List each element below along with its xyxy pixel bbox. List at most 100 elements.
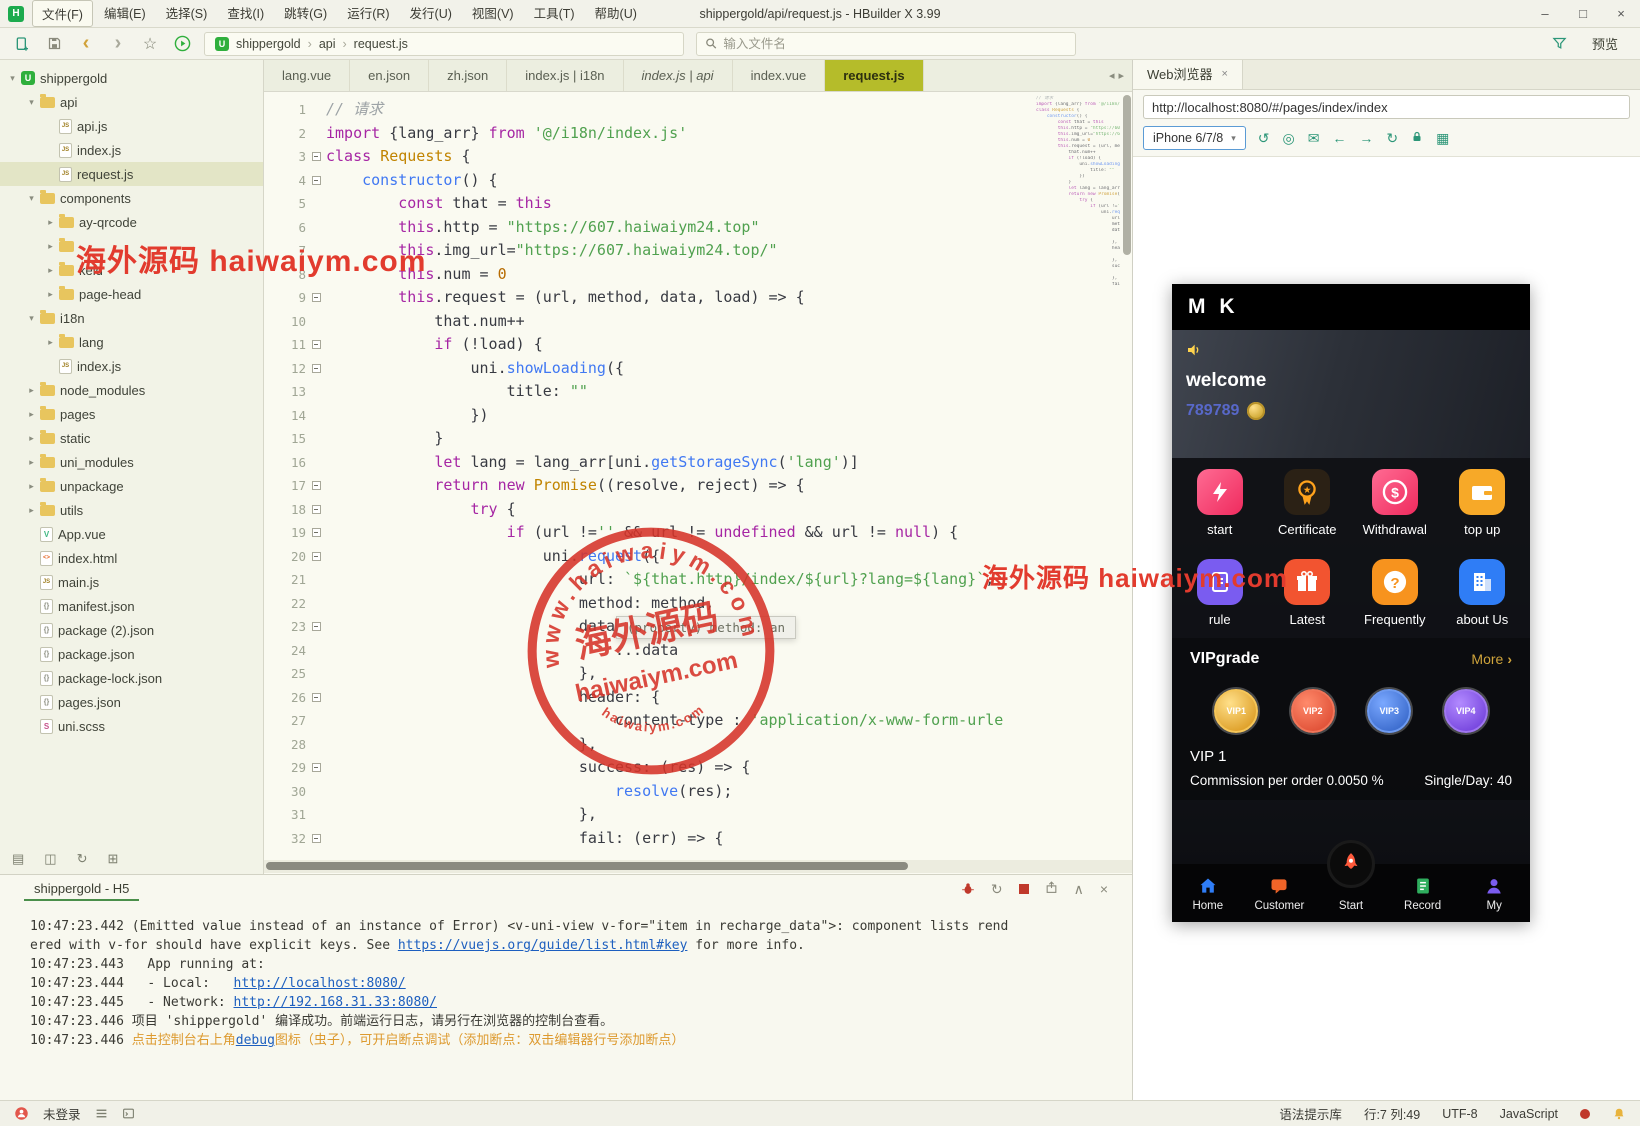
login-status[interactable]: 未登录	[43, 1104, 81, 1123]
line-number[interactable]: 16	[264, 451, 306, 475]
console-link[interactable]: debug	[236, 1033, 275, 1048]
line-number[interactable]: 29	[264, 756, 306, 780]
line-number[interactable]: 26	[264, 686, 306, 710]
editor-tab[interactable]: request.js	[825, 60, 924, 91]
line-number[interactable]: 28	[264, 733, 306, 757]
tab-scroll-left-icon[interactable]: ◂	[1109, 69, 1115, 82]
qr-code-icon[interactable]: ▦	[1436, 130, 1449, 147]
maximize-button[interactable]: □	[1564, 0, 1602, 28]
encoding[interactable]: UTF-8	[1442, 1107, 1477, 1121]
tree-item[interactable]: package.json	[0, 642, 263, 666]
line-number[interactable]: 23	[264, 615, 306, 639]
tree-item[interactable]: request.js	[0, 162, 263, 186]
minimap[interactable]: // 请求import {lang_arr} from '@/i18n/inde…	[1036, 96, 1120, 516]
editor-tab[interactable]: index.vue	[733, 60, 826, 91]
line-number[interactable]: 9	[264, 286, 306, 310]
fold-icon[interactable]	[311, 504, 321, 514]
new-file-icon[interactable]	[12, 34, 32, 54]
rerun-icon[interactable]: ↻	[991, 881, 1003, 898]
console-link[interactable]: http://localhost:8080/	[234, 976, 406, 991]
split-view-icon[interactable]: ◫	[44, 851, 56, 867]
line-number[interactable]: 2	[264, 122, 306, 146]
menu-item-5[interactable]: 跳转(G)	[275, 0, 336, 27]
fold-icon[interactable]	[311, 763, 321, 773]
console-tab[interactable]: shippergold - H5	[24, 877, 140, 901]
reload-icon[interactable]: ↻	[1386, 130, 1398, 147]
tree-item[interactable]: ▸ uni_modules	[0, 450, 263, 474]
menu-item-8[interactable]: 视图(V)	[463, 0, 523, 27]
tree-item[interactable]: ▾ api	[0, 90, 263, 114]
fold-icon[interactable]	[311, 692, 321, 702]
tree-item[interactable]: uni.scss	[0, 714, 263, 738]
editor-tab[interactable]: index.js | i18n	[507, 60, 624, 91]
app-grid-certificate[interactable]: ★ Certificate	[1264, 458, 1352, 548]
syntax-hint-lib[interactable]: 语法提示库	[1279, 1104, 1342, 1123]
tree-item[interactable]: package (2).json	[0, 618, 263, 642]
menu-item-1[interactable]: 文件(F)	[32, 0, 93, 27]
console-link[interactable]: http://192.168.31.33:8080/	[234, 995, 438, 1010]
fold-icon[interactable]	[311, 528, 321, 538]
close-button[interactable]: ×	[1602, 0, 1640, 28]
tree-item[interactable]: ▸ lang	[0, 330, 263, 354]
fold-icon[interactable]	[311, 551, 321, 561]
terminal-icon[interactable]	[122, 1107, 135, 1120]
nav-customer[interactable]: Customer	[1244, 864, 1316, 922]
run-icon[interactable]	[172, 34, 192, 54]
line-number[interactable]: 25	[264, 662, 306, 686]
horizontal-scrollbar[interactable]	[264, 860, 1132, 873]
app-grid-top-up[interactable]: top up	[1439, 458, 1527, 548]
tree-item[interactable]: ▸ pages	[0, 402, 263, 426]
fold-icon[interactable]	[311, 363, 321, 373]
line-number[interactable]: 18	[264, 498, 306, 522]
app-grid-start[interactable]: start	[1176, 458, 1264, 548]
fold-icon[interactable]	[311, 833, 321, 843]
line-number[interactable]: 13	[264, 380, 306, 404]
line-number[interactable]: 22	[264, 592, 306, 616]
tree-item[interactable]: package-lock.json	[0, 666, 263, 690]
more-icon[interactable]: ⊞	[108, 851, 119, 867]
nav-forward-icon[interactable]: →	[1359, 130, 1373, 146]
editor-tab[interactable]: zh.json	[429, 60, 508, 91]
menu-item-6[interactable]: 运行(R)	[338, 0, 398, 27]
favorite-star-icon[interactable]: ☆	[140, 34, 160, 54]
notification-bell-icon[interactable]	[1612, 1107, 1626, 1121]
tree-item[interactable]: ▾ i18n	[0, 306, 263, 330]
breadcrumb-item[interactable]: shippergold	[236, 37, 301, 51]
editor-tab[interactable]: en.json	[350, 60, 430, 91]
tree-item[interactable]: ▸ page-head	[0, 282, 263, 306]
tree-item[interactable]: index.js	[0, 354, 263, 378]
tree-item[interactable]: ▸ node_modules	[0, 378, 263, 402]
menu-item-9[interactable]: 工具(T)	[525, 0, 584, 27]
tree-item[interactable]: manifest.json	[0, 594, 263, 618]
menu-item-2[interactable]: 编辑(E)	[95, 0, 155, 27]
menu-item-10[interactable]: 帮助(U)	[586, 0, 646, 27]
line-number[interactable]: 11	[264, 333, 306, 357]
clear-console-icon[interactable]: ×	[1100, 881, 1108, 897]
tab-scroll-right-icon[interactable]: ▸	[1118, 69, 1124, 82]
url-input[interactable]	[1143, 95, 1630, 119]
line-number[interactable]: 5	[264, 192, 306, 216]
file-search-box[interactable]	[696, 31, 1076, 56]
back-icon[interactable]: ‹	[76, 32, 96, 54]
filter-funnel-icon[interactable]	[1550, 34, 1570, 54]
breadcrumb[interactable]: U shippergold › api › request.js	[204, 31, 684, 56]
tree-item[interactable]: ▸ unpackage	[0, 474, 263, 498]
nav-record[interactable]: Record	[1387, 864, 1459, 922]
fold-icon[interactable]	[311, 622, 321, 632]
collapse-panel-icon[interactable]: ∧	[1074, 881, 1084, 898]
rotate-device-icon[interactable]: ↺	[1258, 130, 1270, 147]
record-dot-icon[interactable]	[1580, 1108, 1590, 1119]
tree-item[interactable]: pages.json	[0, 690, 263, 714]
line-number[interactable]: 20	[264, 545, 306, 569]
cursor-position[interactable]: 行:7 列:49	[1364, 1104, 1420, 1123]
stop-icon[interactable]	[1018, 884, 1029, 894]
app-grid-about-us[interactable]: about Us	[1439, 548, 1527, 638]
preview-button[interactable]: 预览	[1582, 32, 1628, 55]
menu-item-3[interactable]: 选择(S)	[157, 0, 217, 27]
files-icon[interactable]: ▤	[12, 851, 24, 867]
line-number[interactable]: 12	[264, 357, 306, 381]
line-number[interactable]: 27	[264, 709, 306, 733]
line-number[interactable]: 15	[264, 427, 306, 451]
device-selector[interactable]: iPhone 6/7/8 ▾	[1143, 126, 1246, 150]
screenshot-icon[interactable]: ✉	[1308, 130, 1320, 147]
